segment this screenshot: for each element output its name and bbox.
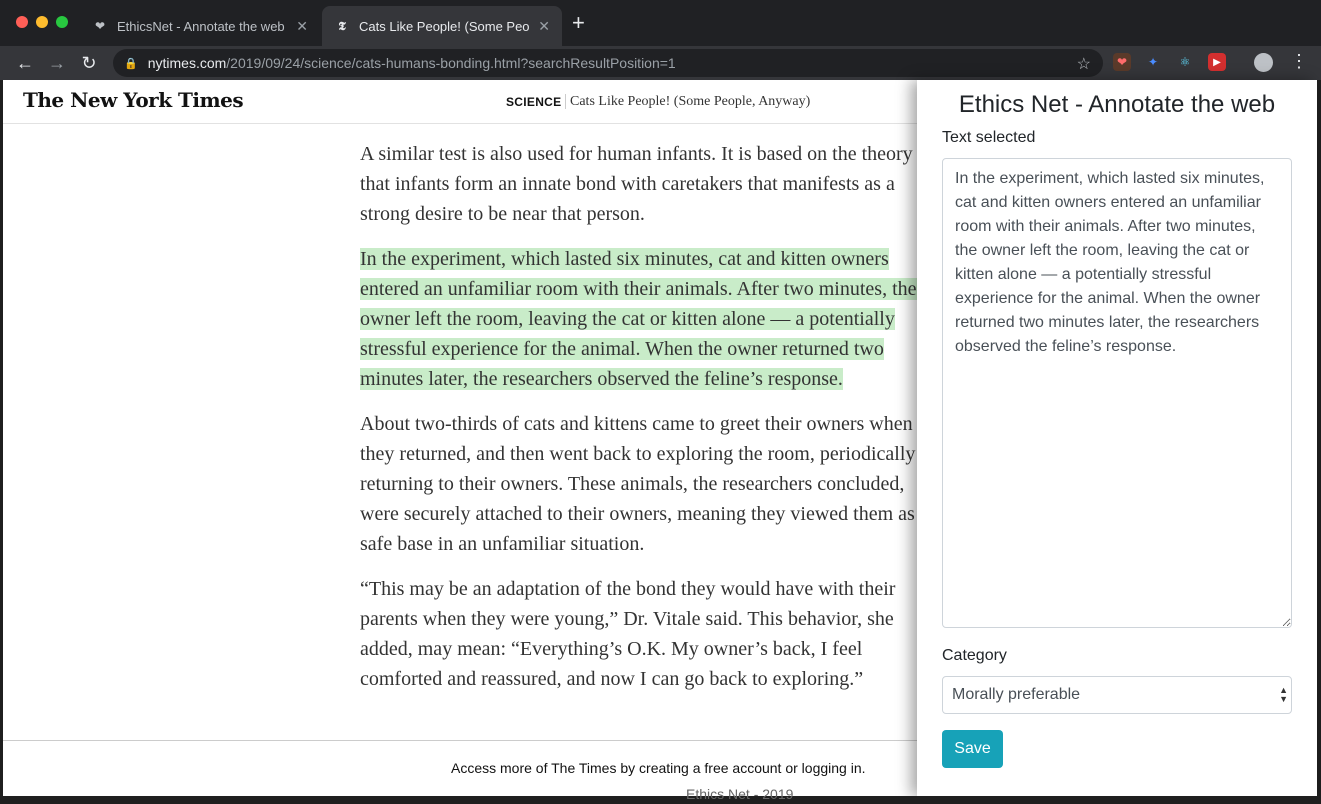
tab-nyt[interactable]: 𝕿 Cats Like People! (Some People, Anyway… [322, 6, 562, 46]
close-tab-icon[interactable]: ✕ [538, 18, 550, 35]
paywall-text[interactable]: Access more of The Times by creating a f… [451, 760, 866, 776]
highlighted-selection[interactable]: In the experiment, which lasted six minu… [360, 248, 917, 390]
kebab-menu-icon[interactable]: ⋮ [1290, 51, 1308, 72]
footer-text: Ethics Net - 2019 [686, 786, 794, 802]
tab-ethicsnet[interactable]: ❤ EthicsNet - Annotate the web ✕ [80, 6, 320, 46]
react-devtools-icon[interactable]: ⚛ [1176, 53, 1194, 71]
window-bottom-edge [0, 796, 1321, 804]
article-paragraph: A similar test is also used for human in… [360, 143, 913, 225]
lock-icon: 🔒 [124, 57, 138, 70]
back-button[interactable]: ← [12, 50, 38, 76]
tab-title: Cats Like People! (Some People, Anyway) [359, 18, 530, 34]
category-selected-value: Morally preferable [952, 686, 1081, 703]
article-paragraph: About two-thirds of cats and kittens cam… [360, 413, 929, 555]
new-tab-button[interactable]: + [572, 12, 585, 34]
article-paragraph-highlighted: In the experiment, which lasted six minu… [360, 244, 935, 394]
tab-strip: ❤ EthicsNet - Annotate the web ✕ 𝕿 Cats … [0, 0, 1321, 46]
url-path: /2019/09/24/science/cats-humans-bonding.… [226, 55, 676, 71]
nyt-logo[interactable]: The New York Times [23, 88, 244, 112]
divider [565, 94, 566, 109]
selected-text-field[interactable]: In the experiment, which lasted six minu… [942, 158, 1292, 628]
header-headline: Cats Like People! (Some People, Anyway) [570, 94, 811, 109]
annotation-panel: Ethics Net - Annotate the web Text selec… [917, 80, 1317, 796]
profile-avatar[interactable] [1254, 53, 1273, 72]
minimize-window-button[interactable] [36, 16, 48, 28]
heart-shield-icon: ❤ [94, 19, 106, 33]
select-arrows-icon: ▲ ▼ [1279, 685, 1288, 704]
close-tab-icon[interactable]: ✕ [296, 18, 308, 35]
article-body: A similar test is also used for human in… [360, 139, 935, 709]
forward-button[interactable]: → [44, 50, 70, 76]
text-selected-label: Text selected [942, 129, 1036, 146]
red-extension-icon[interactable]: ▶ [1208, 53, 1226, 71]
category-select[interactable]: Morally preferable ▲ ▼ [942, 676, 1292, 714]
nyt-icon: 𝕿 [338, 18, 346, 33]
save-button[interactable]: Save [942, 730, 1003, 768]
section-label[interactable]: SCIENCE [506, 95, 561, 109]
tab-title: EthicsNet - Annotate the web [117, 18, 285, 34]
url-host: nytimes.com [147, 55, 227, 71]
bookmark-star-icon[interactable]: ☆ [1077, 54, 1091, 74]
article-paragraph: “This may be an adaptation of the bond t… [360, 578, 896, 690]
close-window-button[interactable] [16, 16, 28, 28]
address-bar[interactable]: 🔒 nytimes.com/2019/09/24/science/cats-hu… [113, 49, 1103, 77]
reload-button[interactable]: ↻ [76, 50, 102, 76]
browser-toolbar: ← → ↻ 🔒 nytimes.com/2019/09/24/science/c… [0, 46, 1321, 80]
ethicsnet-extension-icon[interactable]: ❤ [1113, 53, 1131, 71]
puzzle-extension-icon[interactable]: ✦ [1144, 53, 1162, 71]
panel-title: Ethics Net - Annotate the web [958, 91, 1276, 118]
category-label: Category [942, 647, 1007, 664]
maximize-window-button[interactable] [56, 16, 68, 28]
